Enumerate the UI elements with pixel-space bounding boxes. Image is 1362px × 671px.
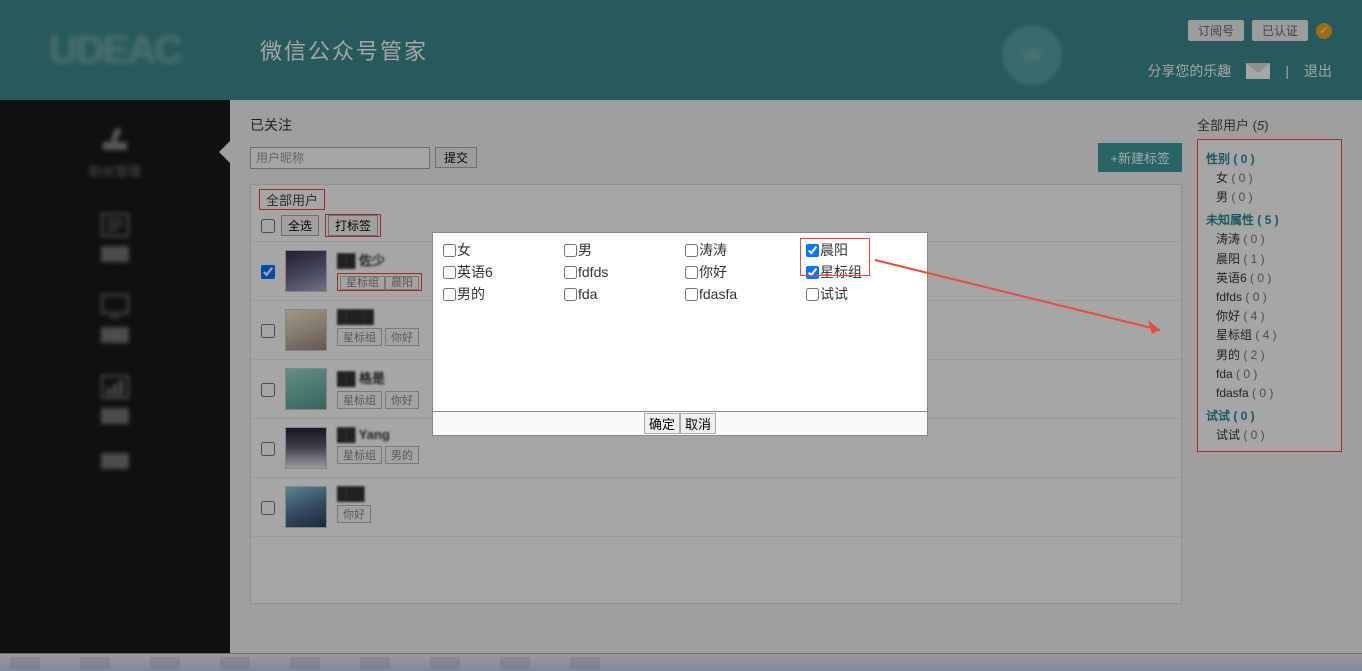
- option-checkbox[interactable]: [443, 288, 456, 301]
- option-label: 星标组: [820, 262, 862, 282]
- modal-option[interactable]: 你好: [685, 261, 796, 283]
- modal-option[interactable]: 英语6: [443, 261, 554, 283]
- option-checkbox[interactable]: [806, 266, 819, 279]
- option-label: 试试: [820, 284, 848, 304]
- option-checkbox[interactable]: [806, 244, 819, 257]
- option-checkbox[interactable]: [443, 266, 456, 279]
- option-label: fda: [578, 286, 597, 302]
- modal-option[interactable]: 男的: [443, 283, 554, 305]
- modal-option[interactable]: fdfds: [564, 261, 675, 283]
- option-label: 女: [457, 240, 471, 260]
- option-checkbox[interactable]: [564, 288, 577, 301]
- option-checkbox[interactable]: [443, 244, 456, 257]
- option-checkbox[interactable]: [806, 288, 819, 301]
- option-checkbox[interactable]: [685, 288, 698, 301]
- ok-button[interactable]: 确定: [644, 413, 680, 434]
- option-label: 晨阳: [820, 240, 848, 260]
- modal-option[interactable]: 男: [564, 239, 675, 261]
- modal-option[interactable]: 星标组: [806, 261, 917, 283]
- option-checkbox[interactable]: [685, 266, 698, 279]
- modal-options: 女 男 涛涛 晨阳英语6 fdfds 你好 星标组男的 fda fdasfa 试试: [443, 239, 917, 305]
- option-checkbox[interactable]: [685, 244, 698, 257]
- modal-footer: 确定取消: [433, 411, 927, 435]
- tag-modal: 女 男 涛涛 晨阳英语6 fdfds 你好 星标组男的 fda fdasfa 试试 确定取消: [432, 232, 928, 436]
- modal-option[interactable]: 涛涛: [685, 239, 796, 261]
- modal-option[interactable]: 晨阳: [806, 239, 917, 261]
- modal-option[interactable]: fda: [564, 283, 675, 305]
- option-label: 你好: [699, 262, 727, 282]
- option-label: 男的: [457, 284, 485, 304]
- option-label: fdfds: [578, 264, 608, 280]
- option-label: 男: [578, 240, 592, 260]
- modal-option[interactable]: 试试: [806, 283, 917, 305]
- modal-option[interactable]: fdasfa: [685, 283, 796, 305]
- option-label: fdasfa: [699, 286, 737, 302]
- cancel-button[interactable]: 取消: [680, 413, 716, 434]
- modal-option[interactable]: 女: [443, 239, 554, 261]
- option-label: 英语6: [457, 262, 493, 282]
- option-label: 涛涛: [699, 240, 727, 260]
- option-checkbox[interactable]: [564, 244, 577, 257]
- option-checkbox[interactable]: [564, 266, 577, 279]
